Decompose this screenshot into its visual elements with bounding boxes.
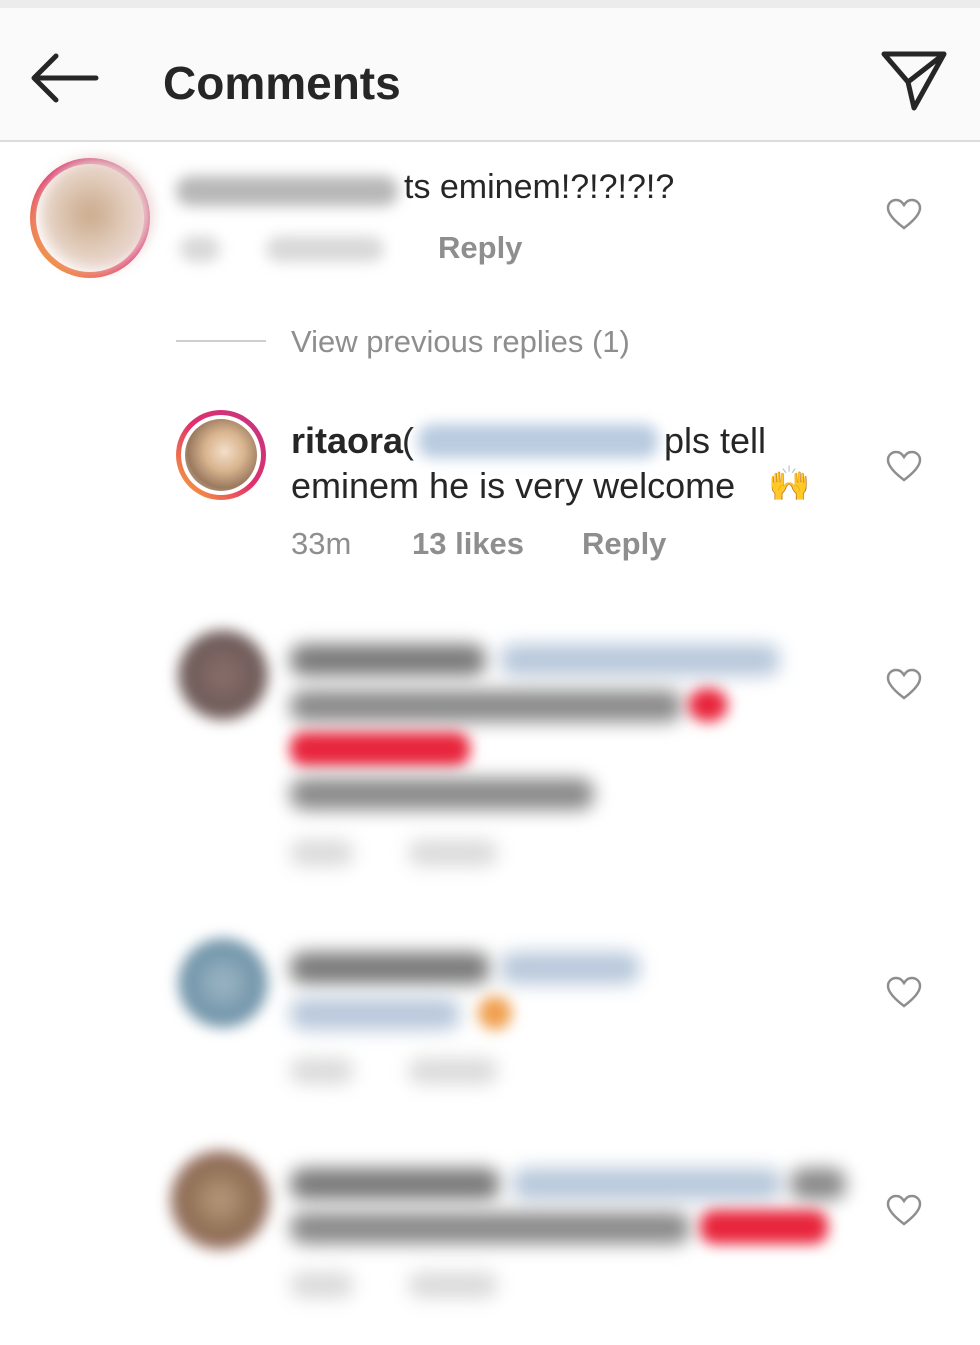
likes-count[interactable]: 13 likes xyxy=(412,526,524,562)
paper-plane-icon[interactable] xyxy=(878,46,950,114)
raising-hands-emoji: 🙌 xyxy=(768,465,811,503)
avatar[interactable] xyxy=(170,1150,270,1250)
page-title: Comments xyxy=(163,57,401,109)
comment-username[interactable]: ritaora xyxy=(291,420,403,462)
reply-button[interactable]: Reply xyxy=(438,230,522,266)
blurred-mention xyxy=(418,424,658,458)
heart-icon[interactable] xyxy=(886,976,922,1008)
blurred-timestamp xyxy=(180,236,220,262)
avatar[interactable] xyxy=(178,630,268,720)
comment-paren: ( xyxy=(402,420,414,461)
heart-icon[interactable] xyxy=(886,668,922,700)
comment-text: pls tell xyxy=(664,420,767,461)
heart-icon[interactable] xyxy=(886,198,922,230)
blurred-username xyxy=(176,176,398,206)
reply-button[interactable]: Reply xyxy=(582,526,666,562)
comments-header: Comments xyxy=(0,8,980,142)
arrow-left-icon[interactable] xyxy=(28,50,100,106)
heart-icon[interactable] xyxy=(886,1194,922,1226)
view-previous-replies[interactable]: View previous replies (1) xyxy=(291,324,630,360)
blurred-likes xyxy=(266,236,384,262)
avatar-photo xyxy=(40,158,152,270)
avatar-photo xyxy=(185,419,257,491)
divider-line xyxy=(176,340,266,342)
comment-timestamp: 33m xyxy=(291,526,352,561)
comment-text: ts eminem!?!?!?!? xyxy=(404,168,675,206)
heart-icon[interactable] xyxy=(886,450,922,482)
status-strip xyxy=(0,0,980,8)
comment-text-line2: eminem he is very welcome xyxy=(291,465,736,506)
avatar[interactable] xyxy=(178,938,268,1028)
